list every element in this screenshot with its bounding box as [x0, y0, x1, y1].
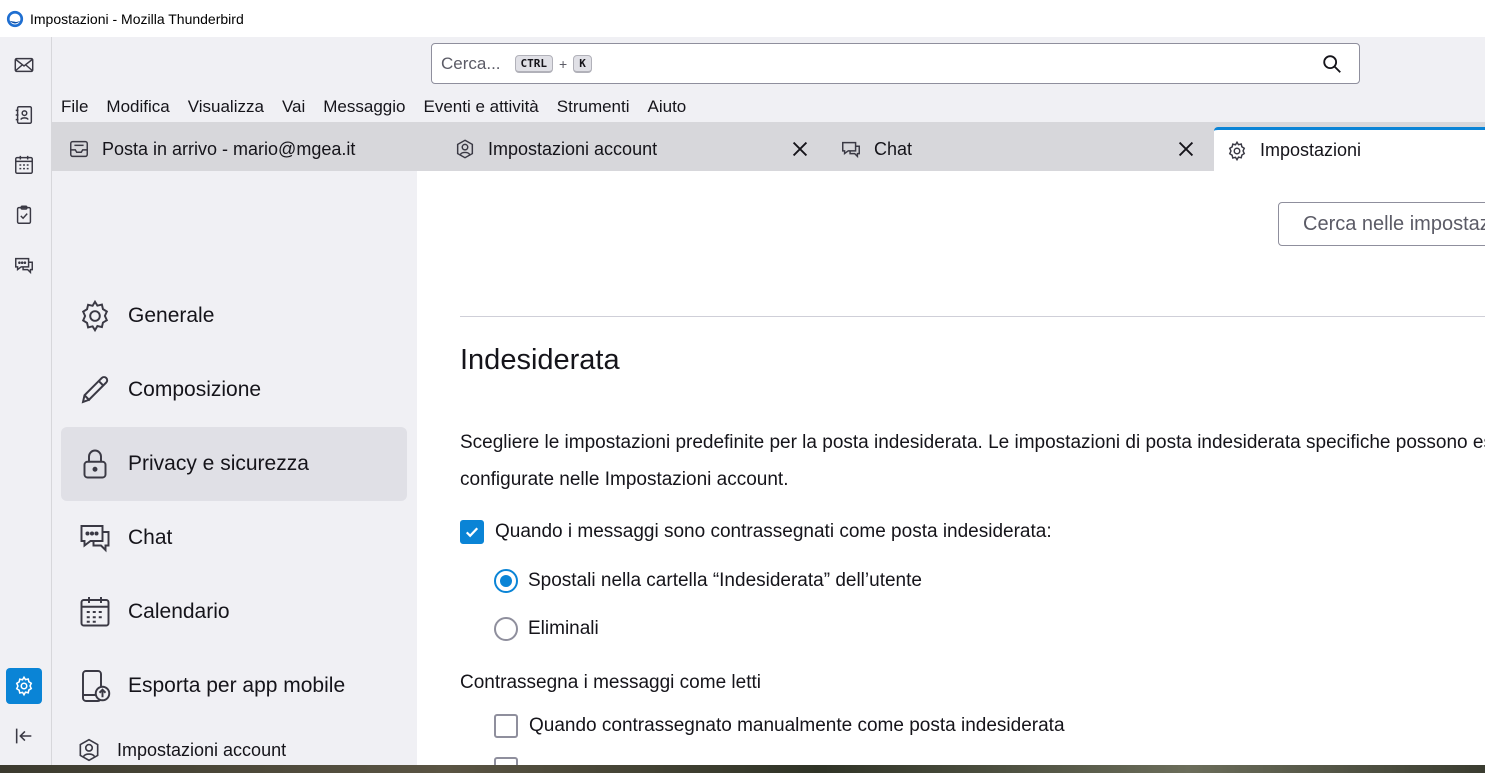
- category-composition[interactable]: Composizione: [61, 353, 407, 427]
- tab-strip: Posta in arrivo - mario@mgea.it Impostaz…: [52, 122, 1485, 171]
- account-icon: [456, 139, 474, 159]
- menu-help[interactable]: Aiuto: [648, 97, 687, 117]
- global-search-input[interactable]: Cerca... CTRL + K: [431, 43, 1360, 84]
- tab-label: Posta in arrivo - mario@mgea.it: [102, 138, 356, 159]
- gear-icon: [1228, 140, 1246, 161]
- category-label: Privacy e sicurezza: [128, 452, 309, 475]
- window-title: Impostazioni - Mozilla Thunderbird: [30, 10, 244, 27]
- sidebar-account-settings-link[interactable]: Impostazioni account: [76, 737, 286, 763]
- when-marked-checkbox-row[interactable]: Quando i messaggi sono contrassegnati co…: [460, 520, 1052, 544]
- menu-message[interactable]: Messaggio: [323, 97, 405, 117]
- move-option-label: Spostali nella cartella “Indesiderata” d…: [528, 570, 922, 591]
- delete-radio[interactable]: [494, 617, 518, 641]
- delete-radio-row[interactable]: Eliminali: [494, 617, 599, 641]
- tab-label: Impostazioni: [1260, 140, 1362, 160]
- shortcut-key-ctrl: CTRL: [514, 54, 554, 73]
- settings-content: Cerca nelle impostazioni Indesiderata Sc…: [417, 171, 1485, 765]
- lock-icon: [83, 449, 107, 479]
- section-description: Scegliere le impostazioni predefinite pe…: [460, 424, 1485, 498]
- menu-events[interactable]: Eventi e attività: [423, 97, 538, 117]
- tab-account-settings[interactable]: Impostazioni account: [454, 127, 824, 171]
- category-calendar[interactable]: Calendario: [61, 575, 407, 649]
- description-line: configurate nelle Impostazioni account.: [460, 469, 789, 490]
- checkmark-icon: [465, 527, 479, 538]
- category-label: Chat: [128, 526, 173, 549]
- category-label: Calendario: [128, 600, 230, 623]
- description-line: Scegliere le impostazioni predefinite pe…: [460, 432, 1485, 453]
- settings-icon[interactable]: [6, 668, 42, 704]
- account-settings-label: Impostazioni account: [117, 739, 287, 760]
- category-label: Generale: [128, 304, 215, 327]
- move-to-junk-radio[interactable]: [494, 569, 518, 593]
- manual-mark-checkbox[interactable]: [494, 714, 518, 738]
- collapse-icon[interactable]: [6, 718, 42, 754]
- category-general[interactable]: Generale: [61, 279, 407, 353]
- account-icon: [79, 738, 99, 762]
- shortcut-plus: +: [559, 55, 568, 72]
- calendar-icon[interactable]: [6, 147, 42, 183]
- delete-option-label: Eliminali: [528, 618, 599, 639]
- chat-icon[interactable]: [6, 247, 42, 283]
- mail-icon[interactable]: [6, 47, 42, 83]
- calendar-icon: [80, 597, 110, 627]
- tab-settings[interactable]: Impostazioni: [1214, 127, 1485, 171]
- chat-icon: [842, 141, 860, 159]
- menu-file[interactable]: File: [61, 97, 88, 117]
- category-label: Esporta per app mobile: [128, 674, 346, 697]
- settings-search-input[interactable]: Cerca nelle impostazioni: [1278, 202, 1485, 246]
- menu-tools[interactable]: Strumenti: [557, 97, 630, 117]
- category-label: Composizione: [128, 378, 262, 401]
- next-checkbox-row[interactable]: [494, 757, 529, 765]
- section-title: Indesiderata: [460, 344, 620, 376]
- shortcut-key-k: K: [573, 54, 592, 73]
- menu-go[interactable]: Vai: [282, 97, 305, 117]
- search-icon[interactable]: [1321, 53, 1343, 75]
- manual-mark-label: Quando contrassegnato manualmente come p…: [529, 715, 1065, 736]
- mark-read-group-label: Contrassegna i messaggi come letti: [460, 672, 761, 693]
- chat-icon: [80, 525, 110, 553]
- close-icon[interactable]: [789, 138, 811, 160]
- settings-search-placeholder: Cerca nelle impostazioni: [1303, 212, 1485, 235]
- tab-inbox[interactable]: Posta in arrivo - mario@mgea.it: [68, 127, 438, 171]
- mobile-export-icon: [82, 670, 111, 702]
- inbox-icon: [70, 140, 88, 158]
- menu-edit[interactable]: Modifica: [106, 97, 169, 117]
- section-divider: [460, 316, 1485, 317]
- tasks-icon[interactable]: [6, 197, 42, 233]
- window-titlebar: Impostazioni - Mozilla Thunderbird: [0, 0, 1485, 37]
- settings-sidebar: Generale Composizione Privacy e sicurezz…: [52, 171, 417, 765]
- close-icon[interactable]: [1175, 138, 1197, 160]
- menu-view[interactable]: Visualizza: [188, 97, 264, 117]
- tab-chat[interactable]: Chat: [840, 127, 1210, 171]
- manual-mark-checkbox-row[interactable]: Quando contrassegnato manualmente come p…: [494, 714, 1065, 738]
- thunderbird-logo-icon: [6, 10, 24, 27]
- next-checkbox[interactable]: [494, 757, 518, 765]
- search-placeholder: Cerca...: [441, 53, 501, 73]
- when-marked-label: Quando i messaggi sono contrassegnati co…: [495, 521, 1052, 542]
- category-chat[interactable]: Chat: [61, 501, 407, 575]
- category-export-mobile[interactable]: Esporta per app mobile: [61, 649, 407, 723]
- move-to-junk-radio-row[interactable]: Spostali nella cartella “Indesiderata” d…: [494, 569, 922, 593]
- tab-label: Chat: [874, 138, 913, 159]
- address-book-icon[interactable]: [6, 97, 42, 133]
- unified-toolbar: Cerca... CTRL + K: [52, 37, 1485, 91]
- spaces-toolbar: [0, 37, 52, 765]
- desktop-background-strip: [0, 765, 1485, 773]
- category-privacy[interactable]: Privacy e sicurezza: [61, 427, 407, 501]
- menu-bar: File Modifica Visualizza Vai Messaggio E…: [52, 91, 1485, 122]
- when-marked-checkbox[interactable]: [460, 520, 484, 544]
- tab-label: Impostazioni account: [488, 138, 658, 159]
- pencil-icon: [81, 376, 109, 404]
- gear-icon: [81, 299, 109, 333]
